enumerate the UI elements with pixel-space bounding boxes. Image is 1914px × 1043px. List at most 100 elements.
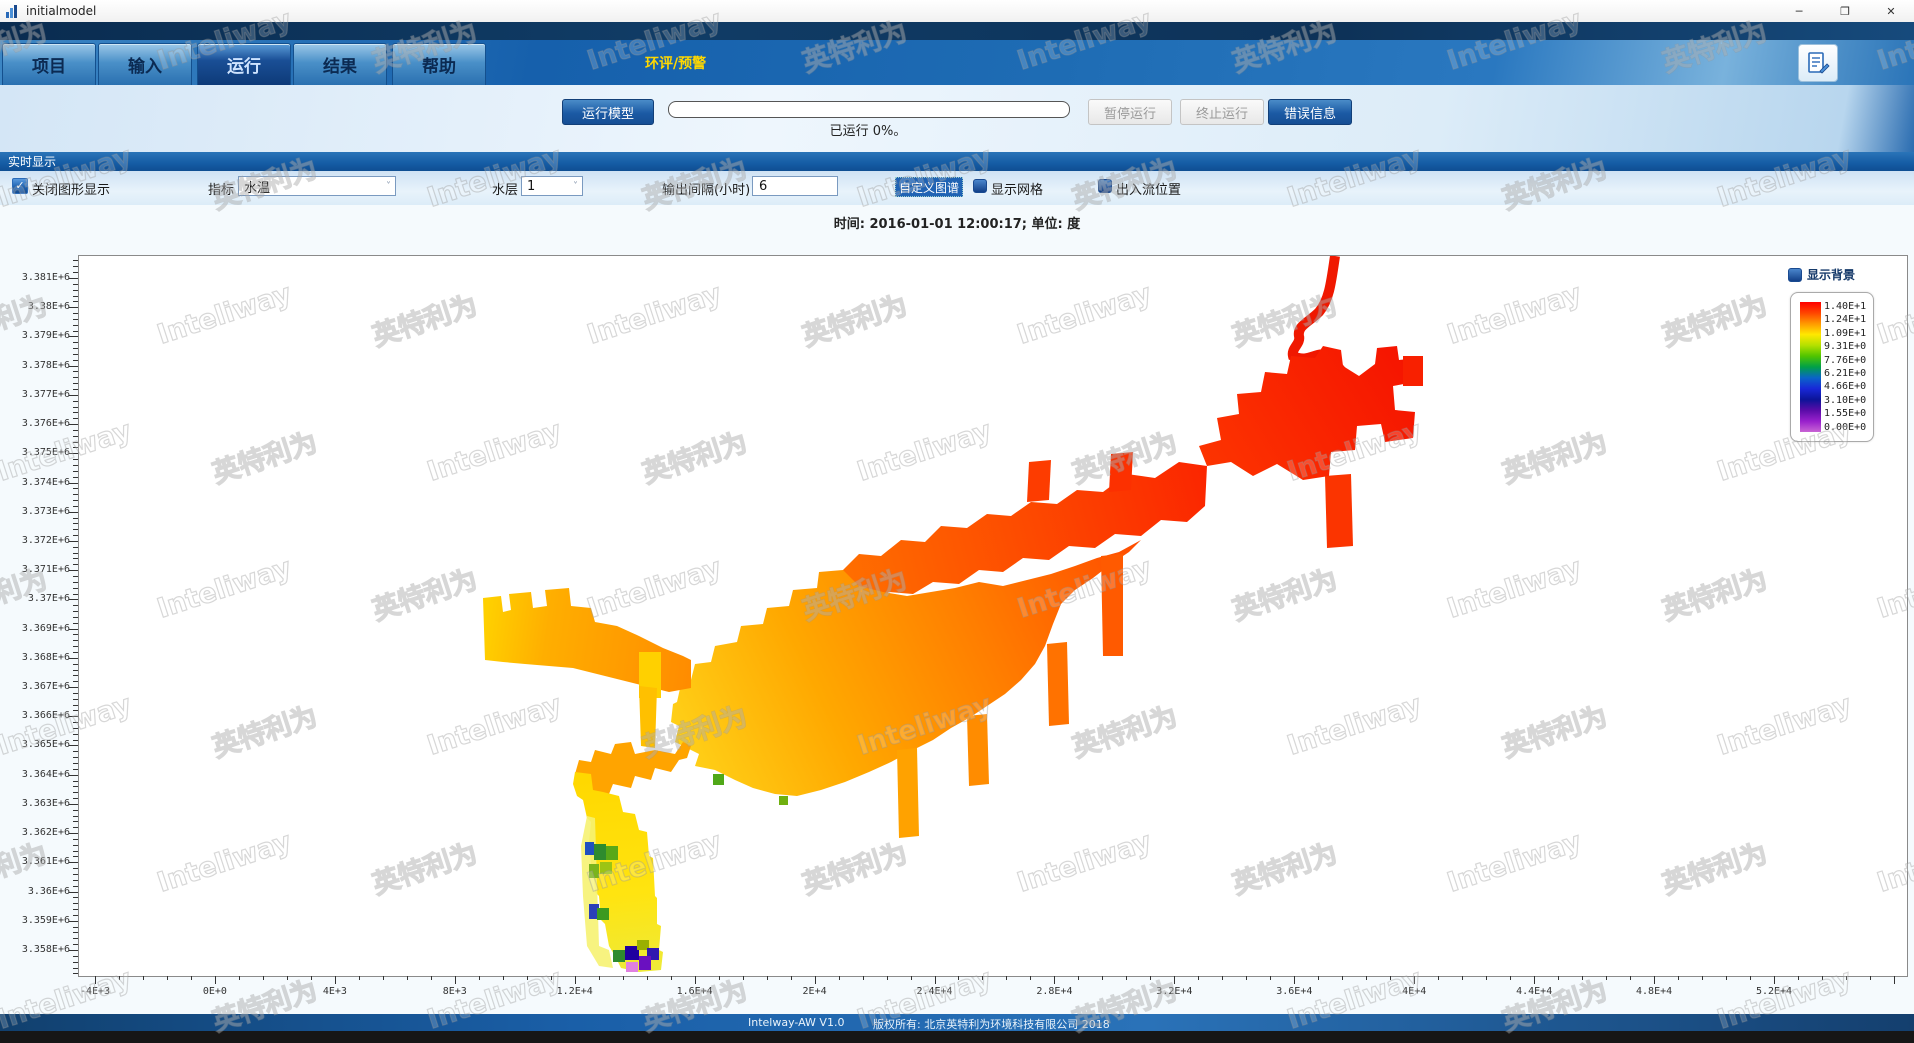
y-minor-tick: [73, 839, 78, 840]
tip-cell-navy: [625, 946, 639, 960]
x-tick-label: 4.4E+4: [1502, 986, 1566, 997]
y-minor-tick: [73, 938, 78, 939]
x-minor-tick: [1510, 976, 1511, 980]
y-minor-tick: [73, 886, 78, 887]
tab-project[interactable]: 项目: [2, 43, 96, 86]
notes-button[interactable]: [1798, 44, 1838, 82]
tail-cell-green: [597, 908, 609, 920]
x-minor-tick: [431, 976, 432, 980]
x-minor-tick: [1846, 976, 1847, 980]
stop-run-button[interactable]: 终止运行: [1180, 99, 1264, 125]
tip-cell-green: [613, 950, 625, 962]
y-minor-tick: [73, 915, 78, 916]
y-minor-tick: [73, 594, 78, 595]
y-tick-label: 3.381E+6: [8, 272, 70, 283]
y-major-tick: [69, 599, 78, 600]
y-minor-tick: [73, 827, 78, 828]
y-major-tick: [69, 512, 78, 513]
band-finger-up: [1027, 460, 1051, 502]
show-background-checkbox[interactable]: [1788, 268, 1802, 282]
show-background-toggle[interactable]: 显示背景: [1788, 266, 1855, 283]
x-minor-tick: [1438, 976, 1439, 980]
interval-input[interactable]: 6: [752, 176, 838, 196]
minimize-button[interactable]: ─: [1776, 0, 1822, 22]
y-minor-tick: [73, 617, 78, 618]
colorbar-value: 9.31E+0: [1824, 340, 1872, 353]
y-minor-tick: [73, 371, 78, 372]
x-major-tick: [1054, 976, 1055, 984]
y-minor-tick: [73, 506, 78, 507]
close-graph-checkbox[interactable]: ✓: [12, 178, 28, 194]
x-tick-label: 2.4E+4: [903, 986, 967, 997]
y-tick-label: 3.372E+6: [8, 535, 70, 546]
y-minor-tick: [73, 564, 78, 565]
arm-spike: [639, 686, 657, 748]
error-info-button[interactable]: 错误信息: [1268, 99, 1352, 125]
y-tick-label: 3.363E+6: [8, 798, 70, 809]
y-minor-tick: [73, 675, 78, 676]
y-minor-tick: [73, 786, 78, 787]
y-minor-tick: [73, 319, 78, 320]
flow-position-checkbox[interactable]: [1098, 179, 1112, 193]
x-minor-tick: [479, 976, 480, 980]
y-minor-tick: [73, 973, 78, 974]
y-tick-label: 3.379E+6: [8, 330, 70, 341]
y-tick-label: 3.362E+6: [8, 827, 70, 838]
tab-input[interactable]: 输入: [98, 43, 192, 86]
y-tick-label: 3.361E+6: [8, 856, 70, 867]
y-minor-tick: [73, 442, 78, 443]
indicator-select[interactable]: 水温 ˅: [238, 176, 396, 196]
x-minor-tick: [1894, 976, 1895, 984]
x-minor-tick: [1006, 976, 1007, 980]
close-button[interactable]: ✕: [1868, 0, 1914, 22]
tab-run[interactable]: 运行: [197, 43, 291, 86]
y-major-tick: [69, 424, 78, 425]
y-minor-tick: [73, 903, 78, 904]
colorbar-legend: 1.40E+11.24E+11.09E+19.31E+07.76E+06.21E…: [1790, 292, 1874, 442]
water-temperature-map: [79, 256, 1907, 976]
x-major-tick: [1534, 976, 1535, 984]
x-minor-tick: [527, 976, 528, 980]
y-minor-tick: [73, 699, 78, 700]
show-grid-checkbox[interactable]: [973, 179, 987, 193]
y-minor-tick: [73, 360, 78, 361]
x-minor-tick: [239, 976, 240, 980]
maximize-button[interactable]: ❐: [1822, 0, 1868, 22]
y-major-tick: [69, 541, 78, 542]
y-minor-tick: [73, 500, 78, 501]
y-minor-tick: [73, 477, 78, 478]
layer-select[interactable]: 1 ˅: [521, 176, 583, 196]
x-minor-tick: [1798, 976, 1799, 980]
custom-palette-button[interactable]: 自定义图谱: [895, 177, 963, 197]
y-minor-tick: [73, 523, 78, 524]
tab-help[interactable]: 帮助: [392, 43, 486, 86]
y-minor-tick: [73, 389, 78, 390]
y-minor-tick: [73, 325, 78, 326]
tail-cell-green: [594, 844, 606, 860]
tab-results[interactable]: 结果: [293, 43, 387, 86]
y-minor-tick: [73, 874, 78, 875]
y-minor-tick: [73, 722, 78, 723]
x-minor-tick: [359, 976, 360, 980]
y-minor-tick: [73, 290, 78, 291]
x-minor-tick: [839, 976, 840, 980]
x-major-tick: [695, 976, 696, 984]
x-major-tick: [575, 976, 576, 984]
y-minor-tick: [73, 558, 78, 559]
y-minor-tick: [73, 488, 78, 489]
y-tick-label: 3.364E+6: [8, 769, 70, 780]
pause-run-button[interactable]: 暂停运行: [1088, 99, 1172, 125]
run-model-button[interactable]: 运行模型: [562, 99, 654, 125]
x-minor-tick: [263, 976, 264, 980]
tip-cell-pink: [626, 962, 638, 972]
colorbar-value: 1.09E+1: [1824, 327, 1872, 340]
y-tick-label: 3.368E+6: [8, 652, 70, 663]
y-minor-tick: [73, 342, 78, 343]
colorbar-value: 1.55E+0: [1824, 407, 1872, 420]
y-minor-tick: [73, 354, 78, 355]
status-footer: Intelway-AW V1.0 版权所有: 北京英特利为环境科技有限公司 20…: [0, 1014, 1914, 1031]
interval-label: 输出间隔(小时): [662, 179, 750, 198]
close-graph-label: 关闭图形显示: [32, 179, 110, 198]
y-minor-tick: [73, 664, 78, 665]
run-progress-caption: 已运行 0%。: [668, 120, 1068, 139]
